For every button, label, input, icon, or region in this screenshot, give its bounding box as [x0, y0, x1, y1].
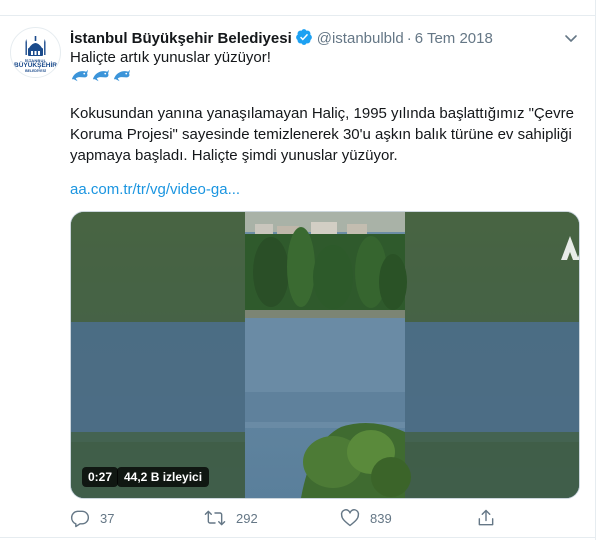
tweet-body-line: Koruma Projesi" sayesinde temizlenerek 3…: [70, 126, 572, 143]
author-name[interactable]: İstanbul Büyükşehir Belediyesi: [70, 30, 292, 47]
dolphin-icon: [92, 69, 110, 82]
avatar-line3: BELEDİYESİ: [25, 69, 46, 73]
reply-icon: [70, 510, 90, 528]
tweet-line1: Haliçte artık yunuslar yüzüyor!: [70, 49, 271, 66]
separator-dot: ·: [406, 30, 412, 47]
video-frame: [71, 212, 579, 498]
retweet-count: 292: [236, 510, 258, 526]
reply-button[interactable]: 37: [70, 508, 114, 528]
retweet-button[interactable]: 292: [204, 508, 258, 528]
retweet-icon: [204, 510, 226, 526]
share-icon: [478, 509, 494, 526]
avatar[interactable]: İSTANBUL BÜYÜKŞEHİR BELEDİYESİ: [10, 27, 61, 78]
share-button[interactable]: [476, 508, 496, 528]
video-view-count: 44,2 B izleyici: [117, 467, 210, 487]
tweet-date[interactable]: 6 Tem 2018: [415, 30, 493, 47]
avatar-line2: BÜYÜKŞEHİR: [14, 62, 57, 69]
like-button[interactable]: 839: [340, 508, 392, 528]
author-handle[interactable]: @istanbulbld: [317, 30, 404, 47]
video-player[interactable]: 0:27 44,2 B izleyici: [70, 211, 580, 499]
tweet-body-line: Kokusundan yanına yanaşılamayan Haliç, 1…: [70, 105, 574, 122]
dolphin-icon: [71, 69, 89, 82]
heart-icon: [340, 509, 360, 527]
dolphin-emojis: [70, 66, 131, 86]
top-divider: [0, 0, 596, 16]
chevron-down-icon[interactable]: [563, 30, 579, 46]
video-duration: 0:27: [82, 467, 119, 487]
tweet-actions: 37 292 839: [70, 508, 578, 528]
tweet-link[interactable]: aa.com.tr/tr/vg/video-ga...: [70, 180, 240, 200]
bottom-divider: [0, 537, 596, 538]
tweet-body-line: yapmaya başladı. Haliçte şimdi yunuslar …: [70, 147, 398, 164]
like-count: 839: [370, 510, 392, 526]
reply-count: 37: [100, 510, 115, 526]
dolphin-icon: [113, 69, 131, 82]
tweet-header: İstanbul Büyükşehir Belediyesi @istanbulb…: [70, 28, 493, 48]
verified-badge-icon: [295, 28, 313, 52]
